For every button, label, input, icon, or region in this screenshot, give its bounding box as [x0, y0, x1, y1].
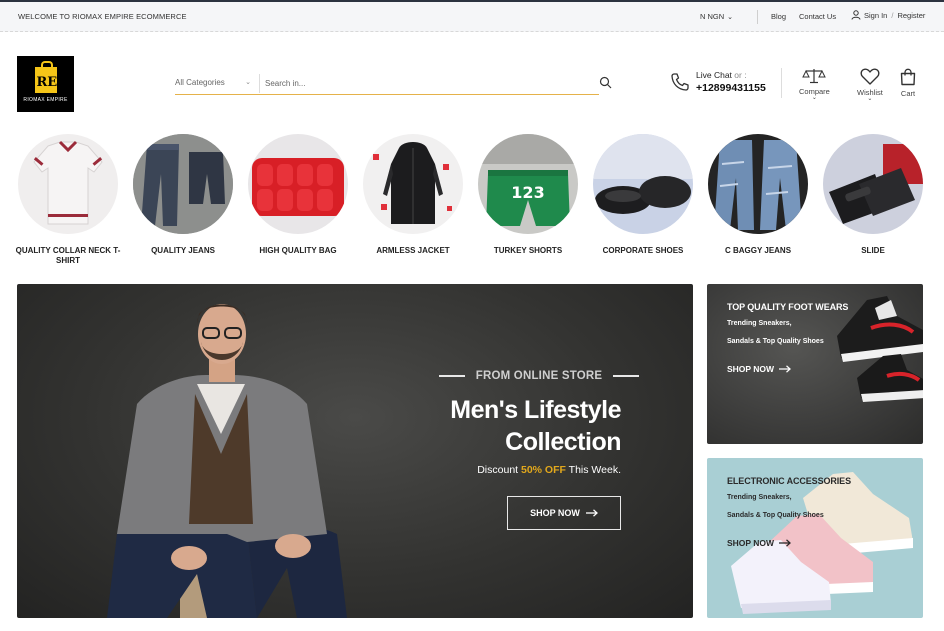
category-label: QUALITY JEANS	[151, 246, 215, 255]
category-item[interactable]: CORPORATE SHOES	[587, 134, 699, 256]
category-label: SLIDE	[861, 246, 885, 255]
currency-label: N NGN	[700, 12, 725, 21]
category-image	[593, 134, 693, 234]
kicker-line	[613, 375, 639, 377]
welcome-text: WELCOME TO RIOMAX EMPIRE ECOMMERCE	[18, 12, 187, 21]
phone-icon	[671, 73, 689, 91]
currency-selector[interactable]: N NGN ⌄	[700, 12, 733, 21]
hero-kicker: FROM ONLINE STORE	[439, 370, 639, 382]
discount-prefix: Discount	[477, 464, 519, 476]
blog-link[interactable]: Blog	[771, 12, 786, 21]
search-bar: All Categories ⌄	[175, 72, 612, 95]
hero-title-line2: Collection	[505, 428, 621, 456]
footwear-banner-line2: Sandals & Top Quality Shoes	[727, 338, 824, 345]
live-chat-or: or :	[734, 70, 747, 80]
cart-button[interactable]: Cart	[899, 68, 917, 98]
accessories-banner-title: ELECTRONIC ACCESSORIES	[727, 476, 851, 486]
account-links: Sign In / Register	[851, 10, 925, 20]
search-icon[interactable]	[599, 76, 612, 89]
accessories-banner-line2: Sandals & Top Quality Shoes	[727, 512, 824, 519]
footwear-shop-now-button[interactable]: SHOP NOW	[727, 364, 792, 374]
accessories-shop-now-label: SHOP NOW	[727, 538, 775, 548]
category-image	[823, 134, 923, 234]
category-label: HIGH QUALITY BAG	[259, 246, 337, 255]
svg-text:123: 123	[511, 183, 544, 202]
live-chat-text: Live Chat	[696, 70, 732, 80]
wishlist-button[interactable]: Wishlist ⌄	[857, 68, 883, 102]
footwear-banner-title: TOP QUALITY FOOT WEARS	[727, 302, 849, 312]
hero-shop-now-button[interactable]: SHOP NOW	[507, 496, 621, 530]
hero-banner[interactable]: FROM ONLINE STORE Men's Lifestyle Collec…	[17, 284, 693, 618]
logo-mark: RE	[34, 61, 58, 93]
hero-title: Men's Lifestyle Collection	[450, 394, 621, 458]
user-icon	[851, 10, 861, 20]
discount-value: 50% OFF	[521, 464, 566, 476]
scale-icon	[802, 69, 827, 84]
chevron-down-icon: ⌄	[867, 96, 873, 102]
category-image	[363, 134, 463, 234]
category-item[interactable]: SLIDE	[817, 134, 929, 256]
footwear-banner-line1: Trending Sneakers,	[727, 320, 792, 327]
search-divider	[259, 74, 260, 93]
category-item[interactable]: C BAGGY JEANS	[702, 134, 814, 256]
category-item[interactable]: QUALITY COLLAR NECK T-SHIRT	[12, 134, 124, 266]
category-select[interactable]: All Categories ⌄	[175, 78, 259, 87]
logo-name: RIOMAX EMPIRE	[23, 97, 68, 103]
category-label: TURKEY SHORTS	[493, 246, 563, 255]
register-link[interactable]: Register	[897, 11, 925, 20]
shopping-bag-icon	[900, 68, 916, 86]
search-input[interactable]	[265, 75, 565, 92]
hero-shop-now-label: SHOP NOW	[530, 508, 580, 518]
arrow-right-icon	[779, 539, 792, 547]
live-chat[interactable]: Live Chat or : +12899431155	[670, 70, 766, 94]
discount-suffix: This Week.	[568, 464, 621, 476]
category-image: 123	[478, 134, 578, 234]
compare-button[interactable]: Compare ⌄	[799, 68, 830, 101]
category-label: CORPORATE SHOES	[602, 246, 684, 255]
category-item[interactable]: ARMLESS JACKET	[357, 134, 469, 256]
topbar-divider	[757, 10, 758, 24]
category-image	[133, 134, 233, 234]
category-item[interactable]: 123 TURKEY SHORTS	[472, 134, 584, 256]
contact-us-link[interactable]: Contact Us	[799, 12, 836, 21]
phone-number[interactable]: +12899431155	[696, 82, 766, 94]
chevron-down-icon: ⌄	[727, 14, 734, 21]
category-item[interactable]: QUALITY JEANS	[127, 134, 239, 256]
header-divider	[781, 68, 782, 98]
accessories-banner-line1: Trending Sneakers,	[727, 494, 792, 501]
category-label: ARMLESS JACKET	[376, 246, 450, 255]
category-image	[708, 134, 808, 234]
accessories-banner[interactable]: ELECTRONIC ACCESSORIES Trending Sneakers…	[707, 458, 923, 618]
category-label: QUALITY COLLAR NECK T-SHIRT	[15, 246, 121, 265]
category-item[interactable]: HIGH QUALITY BAG	[242, 134, 354, 256]
accessories-shop-now-button[interactable]: SHOP NOW	[727, 538, 792, 548]
logo-mark-text: RE	[36, 75, 58, 90]
category-carousel: QUALITY COLLAR NECK T-SHIRT QUALITY JEAN…	[0, 134, 944, 274]
kicker-line	[439, 375, 465, 377]
category-label: C BAGGY JEANS	[724, 246, 792, 255]
top-bar: WELCOME TO RIOMAX EMPIRE ECOMMERCE N NGN…	[0, 0, 944, 32]
chevron-down-icon: ⌄	[811, 95, 817, 101]
category-select-label: All Categories	[175, 78, 225, 87]
hero-title-line1: Men's Lifestyle	[450, 396, 621, 424]
cart-label: Cart	[900, 89, 916, 98]
heart-icon	[860, 68, 880, 85]
arrow-right-icon	[585, 509, 598, 517]
chevron-down-icon: ⌄	[245, 79, 251, 86]
account-separator: /	[891, 10, 894, 20]
live-chat-label: Live Chat or :	[696, 70, 766, 80]
category-image	[248, 134, 348, 234]
category-image	[18, 134, 118, 234]
sign-in-link[interactable]: Sign In	[864, 11, 887, 20]
site-logo[interactable]: RE RIOMAX EMPIRE	[17, 56, 74, 112]
hero-model-image	[107, 304, 347, 618]
arrow-right-icon	[779, 365, 792, 373]
footwear-shop-now-label: SHOP NOW	[727, 364, 775, 374]
hero-discount: Discount 50% OFF This Week.	[477, 464, 621, 476]
hero-kicker-text: FROM ONLINE STORE	[475, 370, 603, 382]
footwear-banner[interactable]: TOP QUALITY FOOT WEARS Trending Sneakers…	[707, 284, 923, 444]
